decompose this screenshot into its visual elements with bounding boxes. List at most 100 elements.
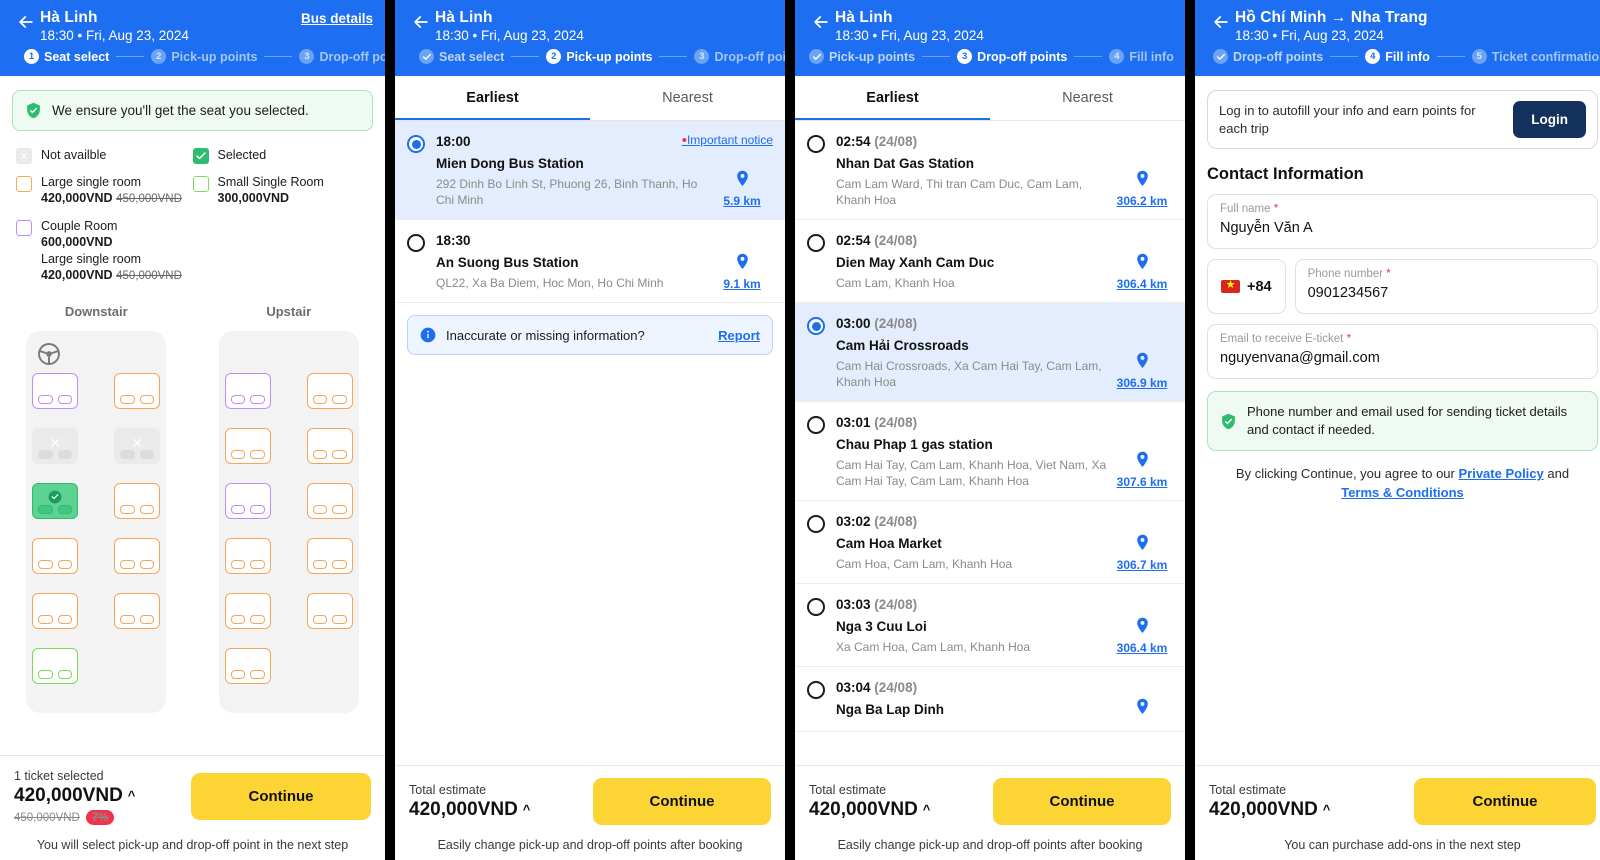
- point-distance[interactable]: 307.6 km: [1117, 475, 1168, 489]
- price-value: 420,000VND: [809, 798, 918, 820]
- list-item[interactable]: 18:30 An Suong Bus Station QL22, Xa Ba D…: [395, 220, 785, 303]
- seat[interactable]: [32, 593, 79, 629]
- total-price[interactable]: 420,000VND ^: [809, 798, 930, 822]
- total-price[interactable]: 420,000VND ^: [14, 784, 135, 808]
- radio-icon[interactable]: [807, 515, 825, 533]
- step-seat-select[interactable]: Seat select: [419, 49, 504, 64]
- radio-icon[interactable]: [807, 681, 825, 699]
- back-button[interactable]: [1207, 8, 1235, 32]
- point-distance[interactable]: 5.9 km: [723, 194, 760, 208]
- seat[interactable]: [224, 648, 271, 684]
- full-name-field[interactable]: Full name * Nguyễn Văn A: [1207, 194, 1598, 249]
- legend-old-price: 450,000VND: [116, 193, 182, 205]
- report-link[interactable]: Report: [718, 328, 760, 343]
- list-item[interactable]: 18:00 Mien Dong Bus Station 292 Dinh Bo …: [395, 121, 785, 220]
- seat[interactable]: [114, 373, 161, 409]
- point-distance[interactable]: 306.9 km: [1117, 376, 1168, 390]
- terms-conditions-link[interactable]: Terms & Conditions: [1341, 485, 1464, 500]
- pickup-point-list: 18:00 Mien Dong Bus Station 292 Dinh Bo …: [395, 121, 785, 303]
- back-button[interactable]: [407, 8, 435, 32]
- list-item[interactable]: 02:54 (24/08) Nhan Dat Gas Station Cam L…: [795, 121, 1185, 220]
- continue-button[interactable]: Continue: [593, 778, 771, 825]
- list-item[interactable]: 03:03 (24/08) Nga 3 Cuu Loi Xa Cam Hoa, …: [795, 584, 1185, 667]
- seat[interactable]: [114, 483, 161, 519]
- seat[interactable]: [32, 373, 79, 409]
- tab-earliest[interactable]: Earliest: [795, 76, 990, 120]
- email-value[interactable]: nguyenvana@gmail.com: [1220, 347, 1585, 369]
- step-label: Pick-up points: [829, 49, 916, 64]
- point-name: Dien May Xanh Cam Duc: [836, 255, 995, 270]
- step-dropoff[interactable]: 3 Drop-off points: [299, 49, 385, 64]
- list-item[interactable]: 03:01 (24/08) Chau Phap 1 gas station Ca…: [795, 402, 1185, 501]
- step-seat-select[interactable]: 1 Seat select: [24, 49, 109, 64]
- point-distance[interactable]: 9.1 km: [723, 277, 760, 291]
- list-item[interactable]: 03:02 (24/08) Cam Hoa Market Cam Hoa, Ca…: [795, 501, 1185, 584]
- panel1-header: Hà Linh 18:30 • Fri, Aug 23, 2024 Bus de…: [0, 0, 385, 76]
- step-dropoff[interactable]: Drop-off points: [1213, 49, 1323, 64]
- shield-check-icon: [25, 102, 42, 119]
- seat[interactable]: [306, 593, 353, 629]
- point-distance[interactable]: 306.4 km: [1117, 277, 1168, 291]
- tab-earliest[interactable]: Earliest: [395, 76, 590, 120]
- seat[interactable]: [224, 373, 271, 409]
- total-price[interactable]: 420,000VND ^: [1209, 798, 1330, 822]
- seat[interactable]: [32, 648, 79, 684]
- total-price[interactable]: 420,000VND ^: [409, 798, 530, 822]
- radio-icon[interactable]: [407, 234, 425, 252]
- seat[interactable]: [114, 538, 161, 574]
- step-pickup[interactable]: 2 Pick-up points: [151, 49, 257, 64]
- bottom-note: You will select pick-up and drop-off poi…: [36, 838, 349, 852]
- seat[interactable]: [224, 593, 271, 629]
- step-dropoff[interactable]: 3 Drop-off points: [957, 49, 1067, 64]
- email-field[interactable]: Email to receive E-ticket * nguyenvana@g…: [1207, 324, 1598, 379]
- step-pickup[interactable]: Pick-up points: [809, 49, 915, 64]
- list-item[interactable]: 02:54 (24/08) Dien May Xanh Cam Duc Cam …: [795, 220, 1185, 303]
- back-button[interactable]: [807, 8, 835, 32]
- phone-number-value[interactable]: 0901234567: [1308, 282, 1585, 304]
- continue-button[interactable]: Continue: [191, 773, 371, 820]
- continue-button[interactable]: Continue: [993, 778, 1171, 825]
- radio-icon[interactable]: [807, 234, 825, 252]
- list-item[interactable]: 03:04 (24/08) Nga Ba Lap Dinh: [795, 667, 1185, 732]
- seat[interactable]: [224, 483, 271, 519]
- tab-nearest[interactable]: Nearest: [590, 76, 785, 120]
- seat[interactable]: [306, 428, 353, 464]
- seat-row: [32, 538, 161, 593]
- point-distance[interactable]: 306.4 km: [1117, 641, 1168, 655]
- radio-icon[interactable]: [807, 135, 825, 153]
- seat-row: [224, 483, 353, 538]
- step-ticket-confirmation[interactable]: 5 Ticket confirmation: [1471, 49, 1600, 64]
- radio-selected-icon[interactable]: [407, 135, 425, 153]
- private-policy-link[interactable]: Private Policy: [1458, 466, 1543, 481]
- phone-number-field[interactable]: Phone number * 0901234567: [1294, 259, 1598, 314]
- login-button[interactable]: Login: [1513, 101, 1586, 138]
- step-fill-info[interactable]: 4 Fill info: [1365, 49, 1430, 64]
- list-item[interactable]: 03:00 (24/08) Cam Hải Crossroads Cam Hai…: [795, 303, 1185, 402]
- seat[interactable]: [224, 428, 271, 464]
- seat[interactable]: [32, 538, 79, 574]
- map-pin-icon: [1134, 534, 1151, 556]
- country-code-value: +84: [1247, 278, 1272, 295]
- bus-details-link[interactable]: Bus details: [301, 8, 373, 26]
- radio-icon[interactable]: [807, 598, 825, 616]
- step-fill-info[interactable]: 4 Fill info: [1109, 49, 1174, 64]
- point-distance[interactable]: 306.2 km: [1117, 194, 1168, 208]
- seat[interactable]: [306, 538, 353, 574]
- seat[interactable]: [306, 373, 353, 409]
- step-pickup[interactable]: 2 Pick-up points: [546, 49, 652, 64]
- important-notice-link[interactable]: •Important notice: [682, 133, 773, 148]
- step-dropoff[interactable]: 3 Drop-off points: [694, 49, 785, 64]
- seat[interactable]: [306, 483, 353, 519]
- seat-selected[interactable]: [32, 483, 79, 519]
- back-button[interactable]: [12, 8, 40, 32]
- tab-nearest[interactable]: Nearest: [990, 76, 1185, 120]
- seat[interactable]: [114, 593, 161, 629]
- point-distance[interactable]: 306.7 km: [1117, 558, 1168, 572]
- radio-icon[interactable]: [807, 416, 825, 434]
- continue-button[interactable]: Continue: [1414, 778, 1596, 825]
- seat-map: Downstair ✕ ✕ Upstair: [0, 290, 385, 713]
- country-code-selector[interactable]: +84: [1207, 259, 1286, 314]
- full-name-value[interactable]: Nguyễn Văn A: [1220, 217, 1585, 239]
- radio-selected-icon[interactable]: [807, 317, 825, 335]
- seat[interactable]: [224, 538, 271, 574]
